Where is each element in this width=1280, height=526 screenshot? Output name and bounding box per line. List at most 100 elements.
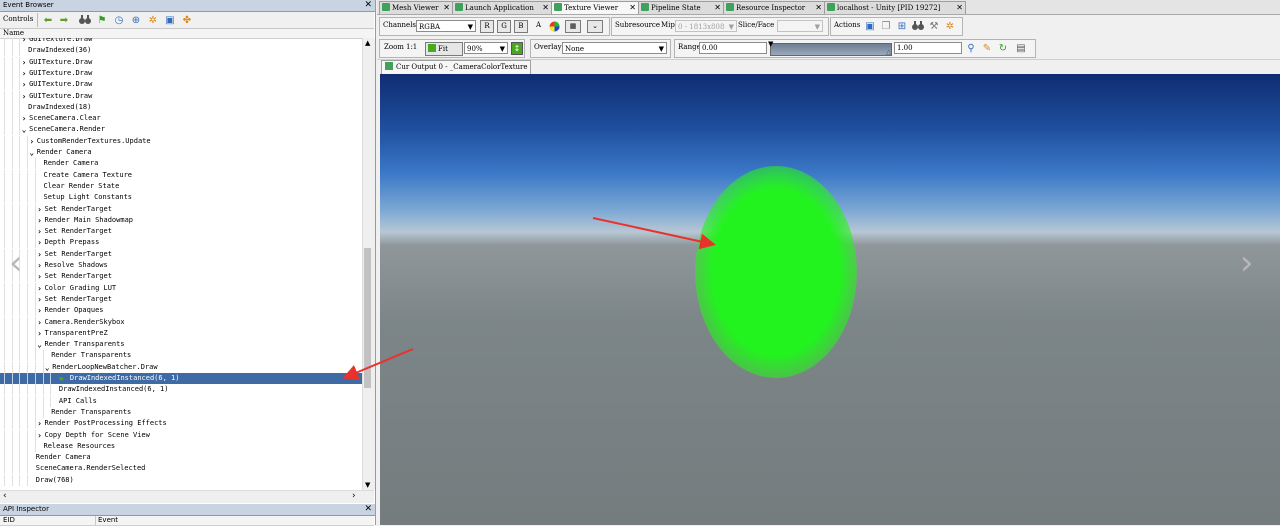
- tree-row[interactable]: › GUITexture.Draw: [0, 38, 362, 45]
- save-texture-icon[interactable]: ▣: [864, 20, 876, 32]
- scroll-right-icon[interactable]: ›: [352, 491, 356, 501]
- tree-row[interactable]: › CustomRenderTextures.Update: [0, 135, 362, 147]
- expand-icon[interactable]: ›: [36, 204, 44, 215]
- histogram-icon[interactable]: ▤: [1015, 42, 1027, 54]
- expand-icon[interactable]: ›: [36, 260, 44, 271]
- binoculars-icon[interactable]: [78, 13, 92, 27]
- mip-select[interactable]: 0 - 1813x808 ▼: [675, 20, 737, 32]
- expand-icon[interactable]: ›: [36, 215, 44, 226]
- tab-resource-inspector[interactable]: Resource Inspector ✕: [723, 1, 825, 14]
- range-min-handle[interactable]: ▼: [768, 40, 773, 48]
- scroll-down-icon[interactable]: ▼: [365, 481, 370, 489]
- expand-icon[interactable]: ›: [20, 79, 28, 90]
- green-channel-toggle[interactable]: G: [497, 20, 511, 33]
- tree-row[interactable]: SceneCamera.RenderSelected: [0, 463, 362, 475]
- puzzle-icon[interactable]: ✤: [180, 13, 194, 27]
- scroll-up-icon[interactable]: ▲: [365, 39, 370, 47]
- settings-icon[interactable]: ✲: [146, 13, 160, 27]
- tree-row[interactable]: › Set RenderTarget: [0, 271, 362, 283]
- tree-row[interactable]: › GUITexture.Draw: [0, 79, 362, 91]
- tree-row[interactable]: DrawIndexed(18): [0, 101, 362, 113]
- close-icon[interactable]: ✕: [714, 2, 721, 14]
- wrench-icon[interactable]: ⚒: [928, 20, 940, 32]
- tree-row[interactable]: › GUITexture.Draw: [0, 67, 362, 79]
- tree-row[interactable]: › Set RenderTarget: [0, 293, 362, 305]
- tree-row[interactable]: Render Camera: [0, 158, 362, 170]
- color-wheel-icon[interactable]: [548, 20, 560, 32]
- horizontal-scrollbar[interactable]: ‹ ›: [0, 490, 374, 503]
- blue-channel-toggle[interactable]: B: [514, 20, 528, 33]
- reset-range-icon[interactable]: ↻: [997, 42, 1009, 54]
- tab-cur-output[interactable]: Cur Output 0 - _CameraColorTexture: [381, 60, 531, 74]
- api-col-eid[interactable]: EID: [3, 516, 15, 525]
- chevron-down-icon[interactable]: ⌄: [587, 20, 603, 33]
- tree-row[interactable]: Render Camera: [0, 452, 362, 464]
- tree-row[interactable]: DrawIndexedInstanced(6, 1): [0, 384, 362, 396]
- channels-select[interactable]: RGBA ▼: [416, 20, 476, 32]
- close-icon[interactable]: ✕: [629, 2, 636, 14]
- red-channel-toggle[interactable]: R: [480, 20, 494, 33]
- tree-row[interactable]: API Calls: [0, 395, 362, 407]
- tree-row[interactable]: Render Transparents: [0, 406, 362, 418]
- tab-mesh-viewer[interactable]: Mesh Viewer ✕: [379, 1, 453, 14]
- expand-icon[interactable]: ›: [36, 305, 44, 316]
- auto-fit-icon[interactable]: ✎: [981, 42, 993, 54]
- tree-row[interactable]: Setup Light Constants: [0, 192, 362, 204]
- range-max-handle[interactable]: △: [886, 48, 891, 56]
- tree-row[interactable]: › GUITexture.Draw: [0, 56, 362, 68]
- tab-launch-application[interactable]: Launch Application ✕: [452, 1, 552, 14]
- tab-localhost-unity[interactable]: localhost - Unity [PID 19272] ✕: [824, 1, 966, 14]
- expand-icon[interactable]: ›: [36, 237, 44, 248]
- close-icon[interactable]: ✕: [956, 2, 963, 14]
- expand-icon[interactable]: ›: [36, 294, 44, 305]
- expand-icon[interactable]: ›: [20, 38, 28, 45]
- tree-row[interactable]: Clear Render State: [0, 180, 362, 192]
- next-event-icon[interactable]: ➡: [57, 13, 71, 27]
- expand-icon[interactable]: ›: [20, 113, 28, 124]
- tree-row[interactable]: Create Camera Texture: [0, 169, 362, 181]
- close-icon[interactable]: ✕: [542, 2, 549, 14]
- tree-row[interactable]: › Color Grading LUT: [0, 282, 362, 294]
- expand-icon[interactable]: ›: [36, 317, 44, 328]
- tree-row[interactable]: › Render PostProcessing Effects: [0, 418, 362, 430]
- chevron-right-icon[interactable]: ›: [1240, 246, 1254, 280]
- expand-icon[interactable]: ›: [36, 430, 44, 441]
- tab-texture-viewer[interactable]: Texture Viewer ✕: [551, 1, 639, 14]
- zoom-select[interactable]: 90% ▼: [464, 42, 508, 54]
- close-icon[interactable]: ✕: [443, 2, 450, 14]
- collapse-icon[interactable]: ⌄: [28, 147, 36, 158]
- expand-icon[interactable]: ›: [36, 328, 44, 339]
- copy-icon[interactable]: ❐: [880, 20, 892, 32]
- tree-row[interactable]: › Copy Depth for Scene View: [0, 429, 362, 441]
- api-col-event[interactable]: Event: [98, 516, 118, 525]
- tree-row[interactable]: › Resolve Shadows: [0, 260, 362, 271]
- expand-icon[interactable]: ›: [20, 57, 28, 68]
- expand-icon[interactable]: ›: [28, 136, 36, 147]
- tab-pipeline-state[interactable]: Pipeline State ✕: [638, 1, 724, 14]
- expand-icon[interactable]: ›: [20, 68, 28, 79]
- chevron-left-icon[interactable]: ‹: [9, 246, 23, 280]
- bookmark-icon[interactable]: ⊕: [129, 13, 143, 27]
- tree-row[interactable]: › GUITexture.Draw: [0, 90, 362, 102]
- tree-row[interactable]: Release Resources: [0, 440, 362, 452]
- tree-row[interactable]: ⚑ DrawIndexedInstanced(6, 1): [0, 373, 362, 385]
- tree-row[interactable]: ⌄ SceneCamera.Render: [0, 124, 362, 136]
- tree-row[interactable]: Render Transparents: [0, 350, 362, 362]
- settings-icon[interactable]: ✲: [944, 20, 956, 32]
- expand-icon[interactable]: ›: [36, 249, 44, 260]
- tree-row[interactable]: › Camera.RenderSkybox: [0, 316, 362, 328]
- range-max-input[interactable]: [894, 42, 962, 54]
- fit-button[interactable]: Fit: [425, 42, 463, 56]
- expand-icon[interactable]: ›: [36, 271, 44, 282]
- checkerboard-icon[interactable]: ▦: [565, 20, 581, 33]
- range-min-input[interactable]: [699, 42, 767, 54]
- range-histogram-slider[interactable]: [770, 43, 892, 56]
- flag-icon[interactable]: ⚑: [95, 13, 109, 27]
- vertical-scroll-thumb[interactable]: [364, 248, 371, 388]
- tree-row[interactable]: › Depth Prepass: [0, 237, 362, 249]
- tree-row[interactable]: DrawIndexed(36): [0, 45, 362, 57]
- close-icon[interactable]: ✕: [364, 504, 372, 515]
- tree-row[interactable]: › SceneCamera.Clear: [0, 113, 362, 125]
- expand-icon[interactable]: ›: [36, 226, 44, 237]
- collapse-icon[interactable]: ⌄: [43, 362, 51, 373]
